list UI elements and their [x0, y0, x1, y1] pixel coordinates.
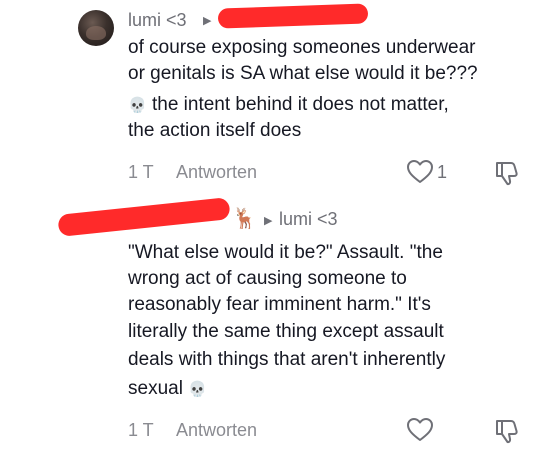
comment2-timestamp: 1 T — [128, 420, 154, 440]
skull-emoji-2: 💀 — [188, 381, 207, 398]
comment1-reply-button[interactable]: Antworten — [176, 162, 257, 183]
comment2-line-2: wrong act of causing someone to — [128, 268, 407, 289]
redacted-username — [217, 3, 369, 29]
comment1-dislike-button[interactable] — [492, 158, 522, 188]
redacted-username-2 — [57, 197, 231, 237]
comment2-reply-button[interactable]: Antworten — [176, 420, 257, 441]
comment2-line-3: reasonably fear imminent harm." It's — [128, 294, 431, 315]
avatar[interactable] — [78, 10, 114, 46]
comment2-reply-to[interactable]: lumi <3 — [279, 209, 338, 230]
skull-emoji: 💀 — [128, 97, 147, 114]
thumbs-down-icon-2 — [496, 420, 518, 444]
reply-arrow-icon: ▶ — [203, 15, 212, 27]
deer-emoji: 🦌 — [232, 208, 257, 230]
comment2-like-button[interactable] — [405, 416, 435, 444]
comment1-like-button[interactable] — [405, 158, 435, 186]
comment1-line-2: or genitals is SA what else would it be?… — [128, 63, 478, 84]
comment2-line-5: deals with things that aren't inherently — [128, 349, 446, 370]
comment1-line-4: the action itself does — [128, 120, 302, 141]
comment1-line-1: of course exposing someones underwear — [128, 37, 476, 58]
comment2-line-6: sexual — [128, 378, 183, 399]
comment1-line-3-wrap: 💀 the intent behind it does not matter, — [128, 92, 449, 119]
reply-arrow-icon-2: ▶ — [264, 215, 273, 227]
heart-outline-icon — [407, 160, 433, 183]
heart-outline-icon-2 — [407, 418, 433, 441]
comment1-like-count: 1 — [437, 162, 448, 182]
comment2-line-1: "What else would it be?" Assault. "the — [128, 242, 443, 263]
comment1-timestamp: 1 T — [128, 162, 154, 182]
comment2-line-4: literally the same thing except assault — [128, 321, 444, 342]
comment2-line-6-wrap: sexual 💀 — [128, 376, 207, 403]
comment2-dislike-button[interactable] — [492, 416, 522, 446]
thumbs-down-icon — [496, 162, 518, 186]
comment1-line-3: the intent behind it does not matter, — [151, 94, 449, 115]
comment1-username[interactable]: lumi <3 — [128, 10, 187, 31]
